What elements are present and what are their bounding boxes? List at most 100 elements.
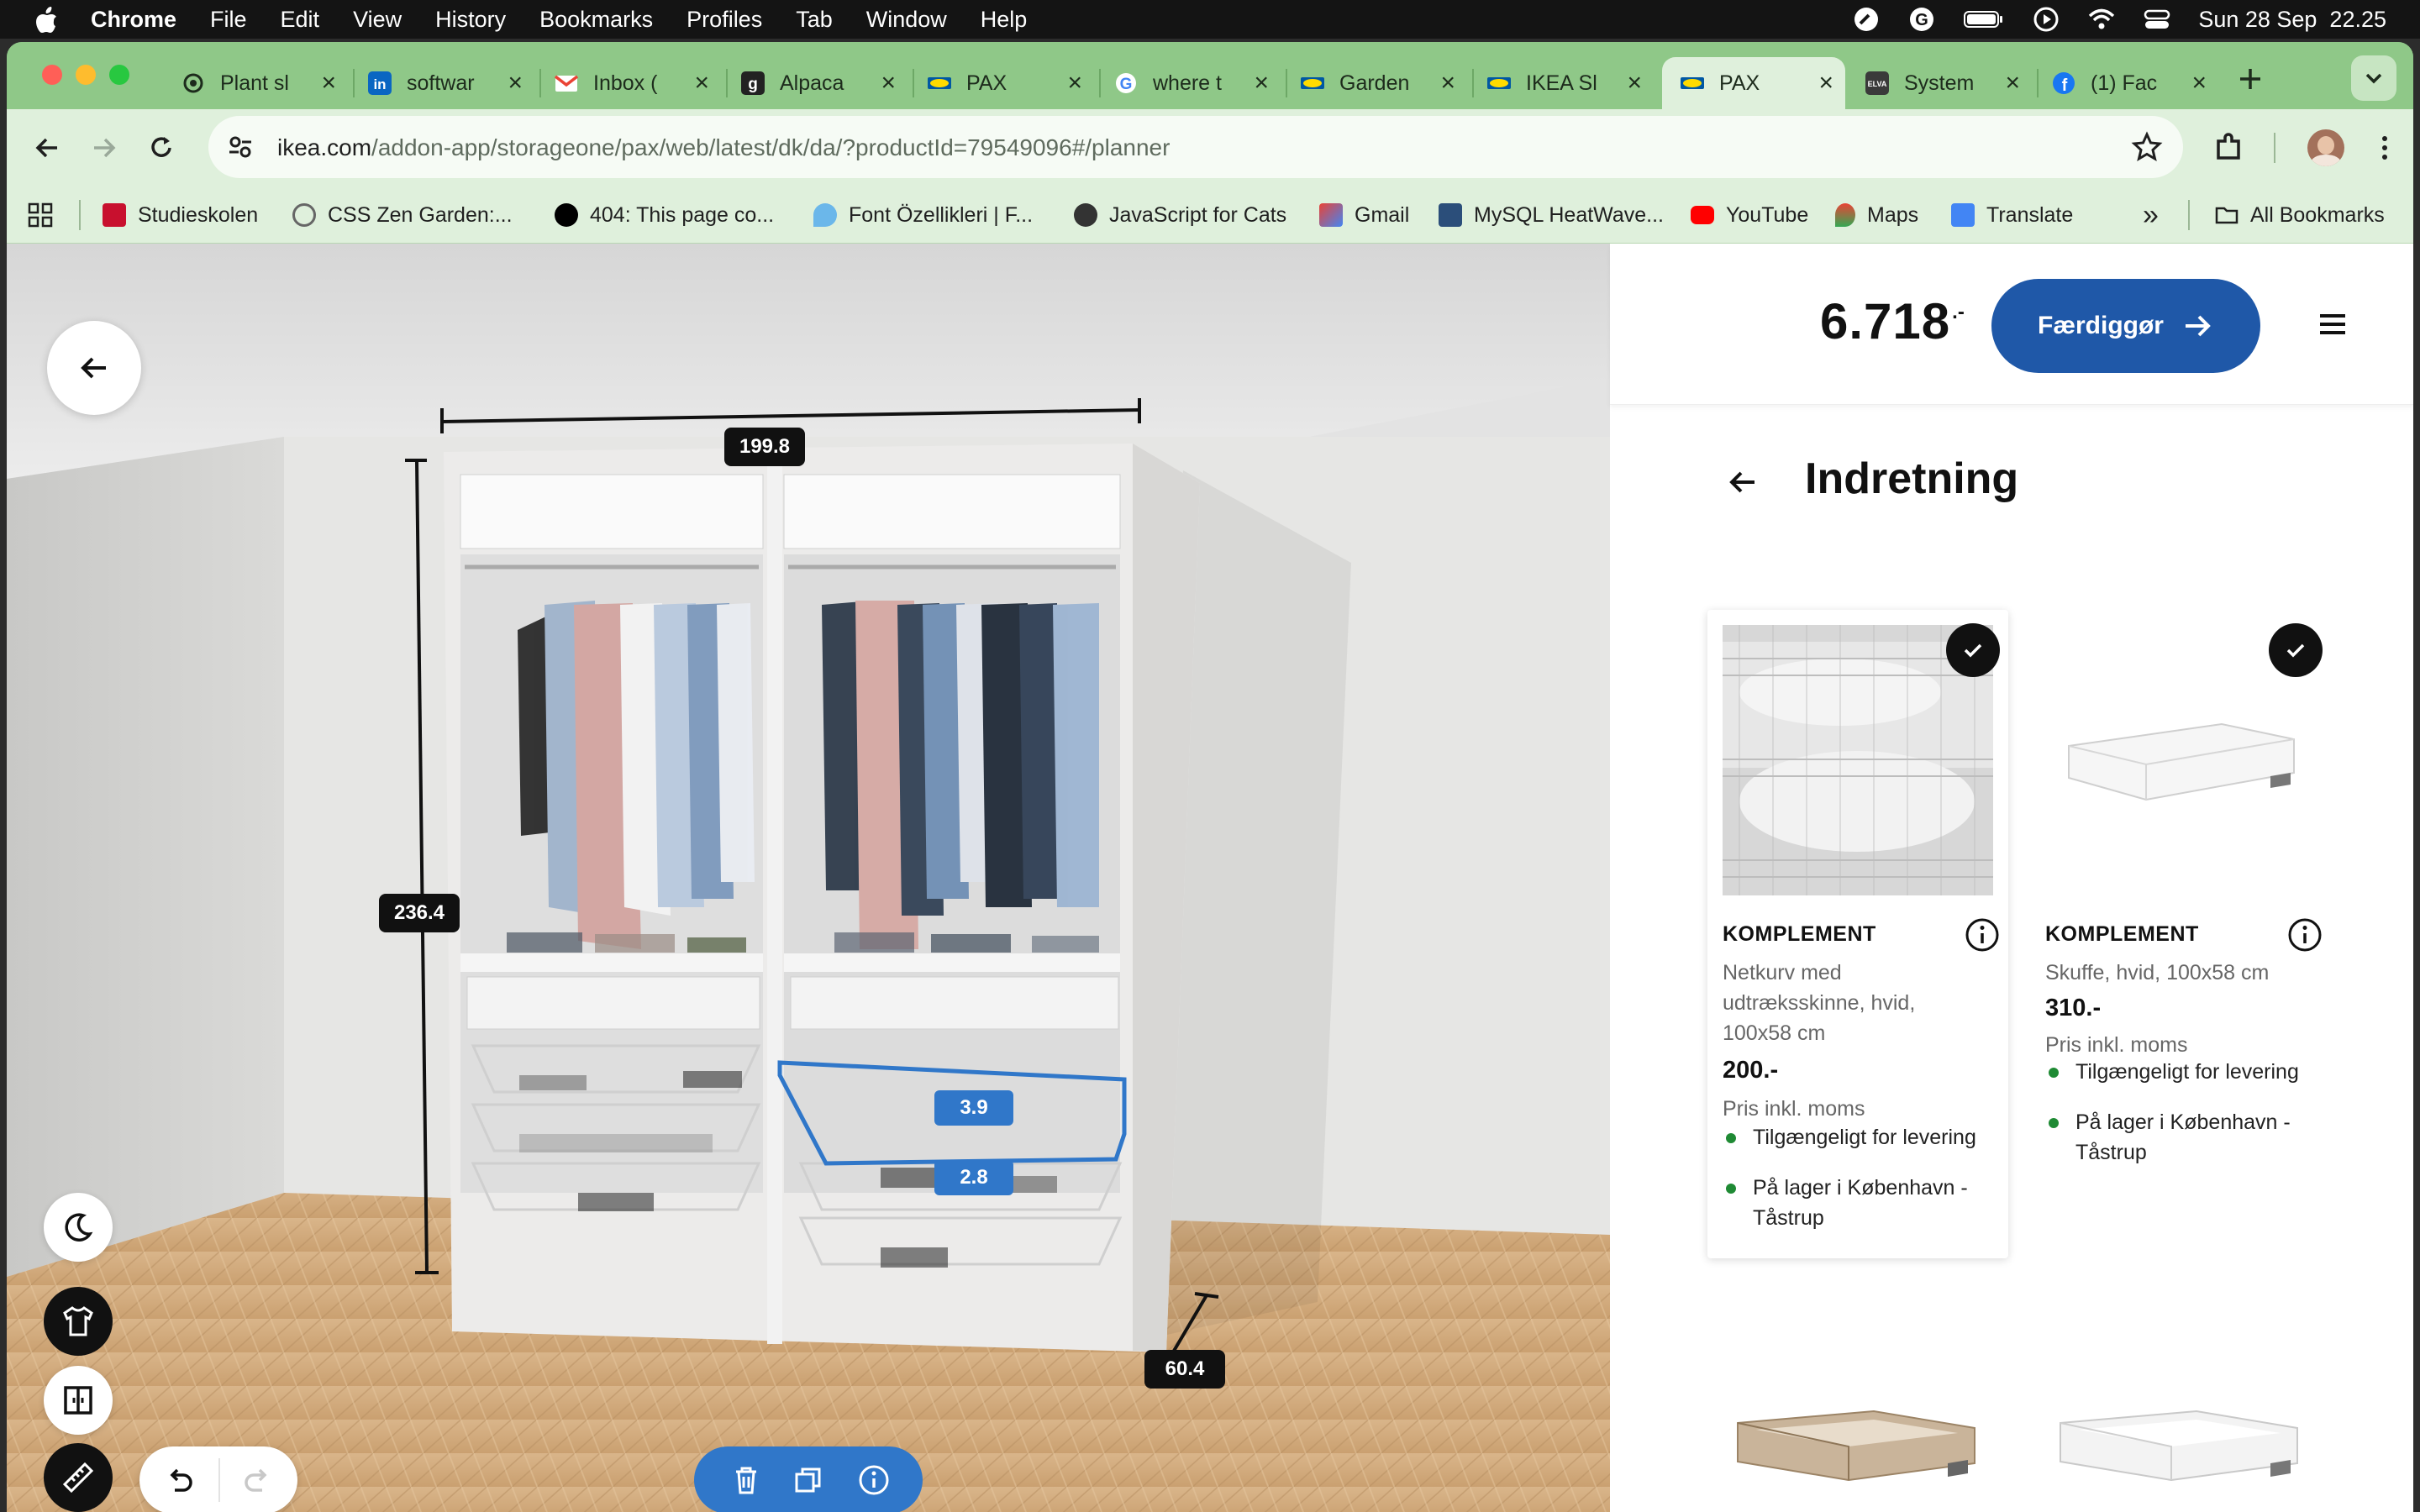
- hamburger-menu-icon[interactable]: [2316, 307, 2349, 341]
- close-tab-icon[interactable]: ×: [881, 71, 896, 96]
- trash-icon[interactable]: [729, 1463, 763, 1497]
- bookmark-css-zen-garden[interactable]: CSS Zen Garden:...: [292, 198, 513, 232]
- close-tab-icon[interactable]: ×: [1254, 71, 1269, 96]
- tab-10[interactable]: ELVA System ×: [1855, 57, 2032, 109]
- reload-icon[interactable]: [146, 133, 176, 163]
- bookmark-javascript-for-cats[interactable]: JavaScript for Cats: [1074, 198, 1286, 232]
- bookmark-404[interactable]: 404: This page co...: [555, 198, 774, 232]
- star-icon[interactable]: [2131, 131, 2163, 163]
- tab-search-button[interactable]: [2351, 55, 2396, 101]
- close-tab-icon[interactable]: ×: [1627, 71, 1642, 96]
- battery-icon[interactable]: [1963, 5, 2005, 34]
- finish-button[interactable]: Færdiggør: [1991, 279, 2260, 373]
- bookmark-mysql-heatwave[interactable]: MySQL HeatWave...: [1439, 198, 1664, 232]
- apple-icon[interactable]: [34, 6, 59, 34]
- bookmark-youtube[interactable]: YouTube: [1691, 198, 1808, 232]
- grammarly-icon[interactable]: G: [1907, 5, 1936, 34]
- gauge-icon[interactable]: [1852, 5, 1881, 34]
- bookmarks-overflow-button[interactable]: »: [2143, 198, 2159, 232]
- maximize-window-button[interactable]: [109, 65, 129, 85]
- menu-tab[interactable]: Tab: [796, 7, 833, 33]
- back-button[interactable]: [47, 321, 141, 415]
- new-tab-plus-icon[interactable]: [2233, 62, 2267, 96]
- url-host: ikea.com: [277, 134, 372, 160]
- tab-2[interactable]: in softwar ×: [358, 57, 534, 109]
- height-dimension-label[interactable]: 236.4: [379, 894, 460, 932]
- section-back-icon[interactable]: [1724, 464, 1761, 501]
- menu-window[interactable]: Window: [866, 7, 947, 33]
- forward-arrow-icon[interactable]: [89, 133, 119, 163]
- selected-check-badge[interactable]: [2269, 623, 2323, 677]
- description-line: udtræksskinne, hvid,: [1723, 991, 1916, 1015]
- width-dimension-label[interactable]: 199.8: [724, 428, 805, 466]
- profile-avatar[interactable]: [2307, 129, 2344, 166]
- play-icon[interactable]: [2032, 5, 2060, 34]
- selected-check-badge[interactable]: [1946, 623, 2000, 677]
- planner-3d-view[interactable]: 199.8 236.4 60.4 3.9 2.8: [7, 244, 1610, 1512]
- menu-profiles[interactable]: Profiles: [687, 7, 762, 33]
- tab-4[interactable]: g Alpaca ×: [731, 57, 908, 109]
- show-doors-button[interactable]: [44, 1366, 113, 1435]
- back-arrow-icon[interactable]: [32, 133, 62, 163]
- menu-edit[interactable]: Edit: [281, 7, 320, 33]
- site-settings-icon[interactable]: [225, 132, 255, 162]
- product-card[interactable]: [1723, 1369, 1993, 1512]
- menu-file[interactable]: File: [210, 7, 247, 33]
- bookmark-gmail[interactable]: Gmail: [1319, 198, 1409, 232]
- all-bookmarks-button[interactable]: All Bookmarks: [2215, 198, 2385, 232]
- bookmark-font-ozellikleri[interactable]: Font Özellikleri | F...: [813, 198, 1033, 232]
- menu-history[interactable]: History: [435, 7, 506, 33]
- top-gap-label[interactable]: 3.9: [934, 1090, 1013, 1126]
- tab-7[interactable]: Garden ×: [1291, 57, 1467, 109]
- menu-bookmarks[interactable]: Bookmarks: [539, 7, 653, 33]
- tab-11[interactable]: f (1) Fac ×: [2042, 57, 2218, 109]
- close-tab-icon[interactable]: ×: [321, 71, 336, 96]
- product-card[interactable]: KOMPLEMENT Netkurv med udtræksskinne, hv…: [1707, 610, 2008, 1258]
- bookmark-studieskolen[interactable]: Studieskolen: [103, 198, 258, 232]
- tab-9-active[interactable]: PAX ×: [1662, 57, 1845, 109]
- close-tab-icon[interactable]: ×: [2005, 71, 2020, 96]
- tab-8[interactable]: IKEA Sl ×: [1477, 57, 1654, 109]
- address-bar[interactable]: ikea.com/addon-app/storageone/pax/web/la…: [208, 116, 2183, 178]
- product-description: Netkurv med udtræksskinne, hvid, 100x58 …: [1723, 958, 1915, 1048]
- info-icon[interactable]: [857, 1463, 891, 1497]
- tab-6[interactable]: G where t ×: [1104, 57, 1281, 109]
- close-tab-icon[interactable]: ×: [1067, 71, 1082, 96]
- close-window-button[interactable]: [42, 65, 62, 85]
- close-tab-icon[interactable]: ×: [508, 71, 523, 96]
- tab-5[interactable]: PAX ×: [918, 57, 1094, 109]
- menu-help[interactable]: Help: [981, 7, 1028, 33]
- bookmark-maps[interactable]: Maps: [1835, 198, 1918, 232]
- menu-view[interactable]: View: [353, 7, 402, 33]
- dark-mode-button[interactable]: [44, 1193, 113, 1262]
- redo-icon[interactable]: [240, 1463, 274, 1497]
- info-icon[interactable]: [1965, 917, 2000, 953]
- show-clothes-button[interactable]: [44, 1287, 113, 1356]
- product-card[interactable]: [2045, 1369, 2316, 1512]
- selection-toolbar: [694, 1446, 923, 1512]
- close-tab-icon[interactable]: ×: [2191, 71, 2207, 96]
- extensions-icon[interactable]: [2212, 131, 2245, 165]
- tab-1[interactable]: Plant sl ×: [171, 57, 348, 109]
- close-tab-icon[interactable]: ×: [694, 71, 709, 96]
- bottom-gap-label[interactable]: 2.8: [934, 1160, 1013, 1195]
- undo-icon[interactable]: [163, 1463, 197, 1497]
- control-center-icon[interactable]: [2143, 5, 2171, 34]
- duplicate-icon[interactable]: [792, 1463, 825, 1497]
- close-tab-icon[interactable]: ×: [1818, 71, 1833, 96]
- kebab-menu-icon[interactable]: [2370, 133, 2400, 163]
- depth-dimension-label[interactable]: 60.4: [1144, 1350, 1225, 1389]
- wifi-icon[interactable]: [2087, 5, 2116, 34]
- clock[interactable]: Sun 28 Sep 22.25: [2198, 7, 2386, 33]
- close-tab-icon[interactable]: ×: [1440, 71, 1455, 96]
- tab-3[interactable]: Inbox ( ×: [544, 57, 721, 109]
- product-card[interactable]: KOMPLEMENT Skuffe, hvid, 100x58 cm 310.-…: [2030, 610, 2331, 1258]
- tab-title: Alpaca: [780, 71, 844, 95]
- apps-grid-icon[interactable]: [27, 202, 54, 228]
- menu-app-name[interactable]: Chrome: [91, 7, 176, 33]
- info-icon[interactable]: [2287, 917, 2323, 953]
- bookmark-translate[interactable]: Translate: [1951, 198, 2073, 232]
- url-text[interactable]: ikea.com/addon-app/storageone/pax/web/la…: [277, 134, 1170, 161]
- measurements-button[interactable]: [44, 1443, 113, 1512]
- minimize-window-button[interactable]: [76, 65, 96, 85]
